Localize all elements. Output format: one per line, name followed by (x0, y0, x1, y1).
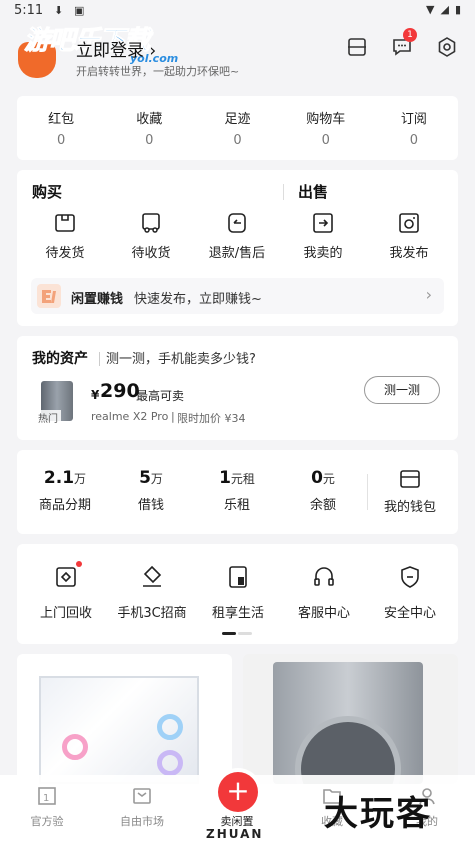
service-security[interactable]: 安全中心 (369, 564, 451, 621)
stat-footprints[interactable]: 足迹 0 (193, 108, 281, 148)
fan-image (157, 750, 183, 776)
return-icon (226, 212, 248, 234)
signal-icon: ◢ (440, 3, 449, 16)
services-card: 上门回收 手机3C招商 租享生活 客服中心 安全中心 (17, 544, 458, 644)
action-pending-ship[interactable]: 待发货 (25, 212, 105, 261)
notification-dot (76, 561, 82, 567)
settings-icon[interactable] (436, 36, 458, 58)
headset-icon (311, 564, 337, 590)
product-card-washer[interactable] (243, 654, 458, 784)
wifi-icon: ▼ (426, 3, 435, 16)
box-icon (54, 212, 76, 234)
rent-icon (225, 564, 251, 590)
scan-icon[interactable] (346, 36, 368, 58)
page-indicator (238, 632, 252, 635)
sell-fab-button[interactable]: + (218, 772, 258, 812)
promo-icon (37, 284, 61, 308)
promo-text: 快速发布，立即赚钱~ (134, 292, 262, 307)
buy-title: 购买 (32, 183, 63, 201)
recycle-icon (53, 561, 82, 590)
svg-text:1: 1 (43, 793, 49, 804)
wallet-installment[interactable]: 2.1万 商品分期 (25, 468, 105, 513)
product-card-pc[interactable] (17, 654, 232, 784)
status-bar: 5:11 ⬇ ▣ ▼ ◢ ▮ (0, 0, 475, 22)
phone-model: realme X2 Pro (91, 410, 169, 423)
price-value: 290 (100, 380, 140, 402)
assets-question: 测一测，手机能卖多少钱? (106, 352, 256, 367)
estimate-button[interactable]: 测一测 (364, 376, 440, 404)
message-icon[interactable]: 1 (391, 28, 417, 58)
fan-image (62, 734, 88, 760)
action-my-published[interactable]: 我发布 (369, 212, 449, 261)
wallet-my-wallet[interactable]: 我的钱包 (370, 468, 450, 515)
wallet-icon (399, 468, 421, 490)
nav-official[interactable]: 1 官方验 (12, 785, 82, 829)
stat-hongbao[interactable]: 红包 0 (17, 108, 105, 148)
service-recycle[interactable]: 上门回收 (25, 561, 107, 621)
tag-icon (139, 564, 165, 590)
service-rent[interactable]: 租享生活 (197, 564, 279, 621)
divider (99, 352, 100, 366)
notification-icon: ▣ (74, 4, 85, 17)
chevron-right-icon: › (425, 285, 432, 304)
corner-watermark: 大玩客 (324, 794, 432, 834)
download-icon: ⬇ (54, 4, 64, 17)
market-icon (131, 785, 153, 807)
stat-subscribe[interactable]: 订阅 0 (370, 108, 458, 148)
camera-icon (398, 212, 420, 234)
extra-price: 限时加价 ¥34 (177, 412, 246, 425)
trade-card: 购买 出售 待发货 待收货 退款/售后 我卖的 我发布 闲置赚钱 快速发布，立即… (17, 170, 458, 326)
action-my-sold[interactable]: 我卖的 (283, 212, 363, 261)
action-pending-receive[interactable]: 待收货 (111, 212, 191, 261)
official-icon: 1 (36, 785, 58, 807)
login-subtitle: 开启转转世界，一起助力环保吧~ (76, 65, 240, 78)
nav-market[interactable]: 自由市场 (107, 785, 177, 829)
stats-card: 红包 0 收藏 0 足迹 0 购物车 0 订阅 0 (17, 96, 458, 160)
sell-title: 出售 (298, 183, 329, 201)
divider: | (171, 410, 175, 423)
message-badge: 1 (403, 28, 417, 42)
action-refund[interactable]: 退款/售后 (197, 212, 277, 261)
assets-card: 我的资产 测一测，手机能卖多少钱? 热门 ¥ 290 最高可卖 realme X… (17, 336, 458, 440)
promo-title: 闲置赚钱 (71, 292, 124, 307)
login-link[interactable]: 立即登录 › (76, 36, 156, 61)
fan-image (157, 714, 183, 740)
hot-tag: 热门 (35, 410, 61, 425)
wallet-rent[interactable]: 1元租 乐租 (197, 468, 277, 513)
shield-icon (397, 564, 423, 590)
price-note: 最高可卖 (136, 389, 185, 403)
status-time: 5:11 (14, 3, 44, 18)
service-3c[interactable]: 手机3C招商 (111, 564, 193, 621)
price-symbol: ¥ (91, 388, 100, 402)
divider (283, 184, 284, 200)
promo-banner[interactable]: 闲置赚钱 快速发布，立即赚钱~ › (31, 278, 444, 314)
wallet-balance[interactable]: 0元 余额 (283, 468, 363, 513)
divider (367, 474, 368, 510)
brand-text: ZHUAN (206, 827, 264, 841)
wallet-loan[interactable]: 5万 借钱 (111, 468, 191, 513)
assets-title: 我的资产 (32, 351, 88, 367)
battery-icon: ▮ (454, 3, 461, 16)
stat-cart[interactable]: 购物车 0 (282, 108, 370, 148)
page-indicator-active (222, 632, 236, 635)
export-icon (312, 212, 334, 234)
wallet-card: 2.1万 商品分期 5万 借钱 1元租 乐租 0元 余额 我的钱包 (17, 450, 458, 534)
stat-favorites[interactable]: 收藏 0 (105, 108, 193, 148)
service-customer[interactable]: 客服中心 (283, 564, 365, 621)
truck-icon (140, 212, 162, 234)
